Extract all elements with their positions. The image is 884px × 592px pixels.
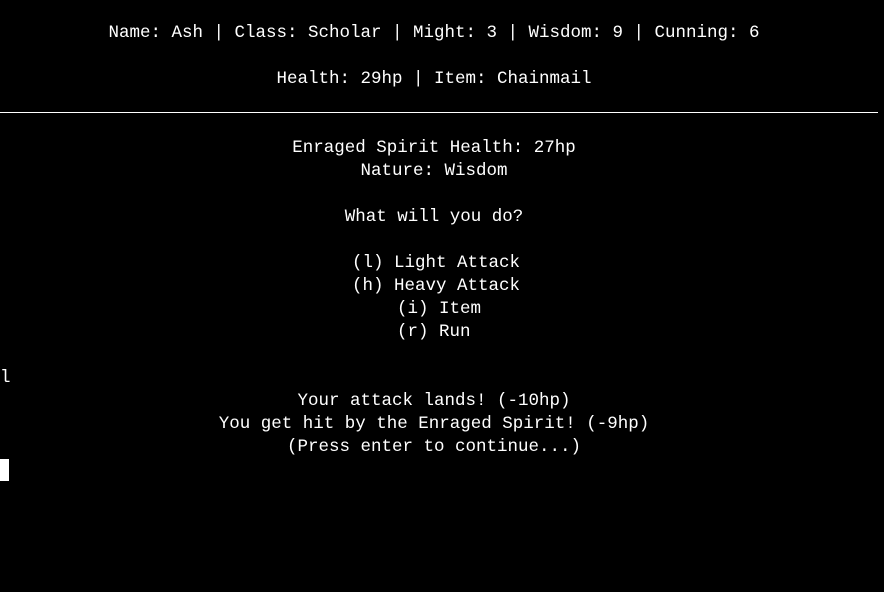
action-prompt: What will you do? (344, 207, 524, 227)
menu-option-heavy-attack[interactable]: (h) Heavy Attack (352, 276, 520, 296)
enemy-nature-line: Nature: Wisdom (360, 161, 508, 181)
menu-option-light-attack[interactable]: (l) Light Attack (352, 253, 520, 273)
enemy-health-line: Enraged Spirit Health: 27hp (292, 138, 576, 158)
divider (0, 112, 878, 113)
player-health-item-line: Health: 29hp | Item: Chainmail (276, 69, 592, 89)
player-stats-line: Name: Ash | Class: Scholar | Might: 3 | … (108, 23, 760, 43)
typed-input-echo: l (0, 368, 11, 388)
log-line-attack: Your attack lands! (-10hp) (297, 391, 571, 411)
menu-option-run[interactable]: (r) Run (397, 322, 471, 342)
text-cursor[interactable] (0, 459, 9, 481)
log-line-hit: You get hit by the Enraged Spirit! (-9hp… (218, 414, 650, 434)
log-line-continue: (Press enter to continue...) (286, 437, 582, 457)
menu-option-item[interactable]: (i) Item (397, 299, 481, 319)
